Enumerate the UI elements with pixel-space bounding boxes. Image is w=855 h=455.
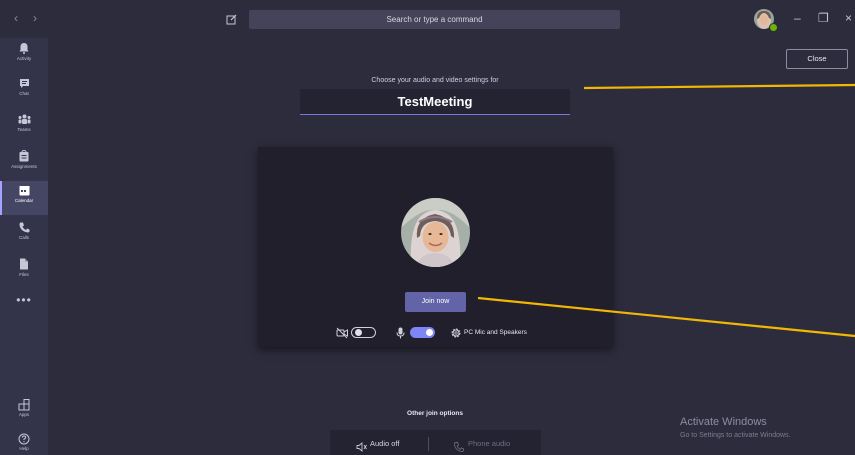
camera-off-icon bbox=[336, 326, 349, 344]
assignments-icon bbox=[19, 150, 29, 162]
microphone-icon bbox=[396, 326, 405, 344]
rail-label: Chat bbox=[19, 91, 29, 96]
rail-item-apps[interactable]: Apps bbox=[0, 399, 48, 418]
rail-label: Teams bbox=[17, 127, 31, 132]
more-apps-button[interactable]: ••• bbox=[0, 293, 48, 307]
search-input[interactable]: Search or type a command bbox=[249, 10, 620, 29]
device-controls: PC Mic and Speakers bbox=[336, 326, 596, 340]
audio-off-button[interactable]: Audio off bbox=[370, 439, 399, 449]
back-button[interactable]: ‹ bbox=[14, 11, 18, 25]
forward-button[interactable]: › bbox=[33, 11, 37, 25]
file-icon bbox=[20, 258, 28, 270]
video-preview: Join now PC Mic and Speakers bbox=[258, 147, 613, 347]
rail-item-assignments[interactable]: Assignments bbox=[0, 146, 48, 180]
microphone-toggle[interactable] bbox=[410, 327, 435, 338]
rail-label: Assignments bbox=[11, 164, 37, 169]
activation-watermark-title: Activate Windows bbox=[680, 416, 767, 428]
presence-available-icon bbox=[769, 23, 778, 32]
rail-item-activity[interactable]: Activity bbox=[0, 38, 48, 72]
maximize-button[interactable]: ❐ bbox=[818, 11, 829, 25]
rail-label: Activity bbox=[16, 56, 32, 61]
title-bar: ‹ › Search or type a command – ❐ × bbox=[0, 0, 855, 38]
rail-item-teams[interactable]: Teams bbox=[0, 110, 48, 144]
close-button[interactable]: Close bbox=[786, 49, 848, 69]
teams-icon bbox=[18, 114, 30, 124]
phone-icon bbox=[19, 222, 29, 233]
camera-toggle[interactable] bbox=[351, 327, 376, 338]
rail-item-calls[interactable]: Calls bbox=[0, 218, 48, 252]
rail-label: Calls bbox=[18, 235, 29, 240]
window-close-button[interactable]: × bbox=[845, 11, 852, 25]
bell-icon bbox=[19, 43, 29, 54]
app-rail: Activity Chat Teams Assignments Calendar… bbox=[0, 38, 48, 455]
calendar-icon bbox=[19, 186, 29, 196]
phone-audio-icon bbox=[454, 439, 464, 455]
rail-item-help[interactable]: Help bbox=[0, 433, 48, 452]
audio-off-icon bbox=[356, 439, 367, 455]
divider bbox=[428, 437, 429, 451]
audio-device-label[interactable]: PC Mic and Speakers bbox=[464, 327, 527, 339]
rail-label: Apps bbox=[18, 412, 30, 417]
minimize-button[interactable]: – bbox=[794, 11, 801, 25]
rail-item-calendar[interactable]: Calendar bbox=[0, 181, 48, 215]
meeting-name-field[interactable]: TestMeeting bbox=[300, 89, 570, 115]
rail-item-files[interactable]: Files bbox=[0, 254, 48, 288]
other-join-options-title: Other join options bbox=[407, 410, 463, 417]
activation-watermark-subtitle: Go to Settings to activate Windows. bbox=[680, 432, 791, 439]
phone-audio-button[interactable]: Phone audio bbox=[468, 439, 510, 449]
rail-item-chat[interactable]: Chat bbox=[0, 74, 48, 108]
chat-icon bbox=[19, 79, 29, 88]
rail-label: Help bbox=[19, 446, 29, 451]
other-join-options: Audio off Phone audio bbox=[330, 430, 541, 455]
teams-window: ‹ › Search or type a command – ❐ × Activ… bbox=[0, 0, 855, 455]
apps-icon bbox=[18, 399, 30, 411]
gear-icon[interactable] bbox=[450, 326, 462, 344]
rail-label: Files bbox=[19, 272, 29, 277]
help-icon bbox=[18, 433, 30, 445]
rail-label: Calendar bbox=[14, 198, 34, 203]
compose-icon[interactable] bbox=[226, 12, 237, 30]
settings-prompt: Choose your audio and video settings for bbox=[371, 77, 499, 84]
join-now-button[interactable]: Join now bbox=[405, 292, 466, 312]
annotation-line-meeting-name bbox=[583, 83, 855, 90]
user-avatar bbox=[401, 198, 470, 267]
